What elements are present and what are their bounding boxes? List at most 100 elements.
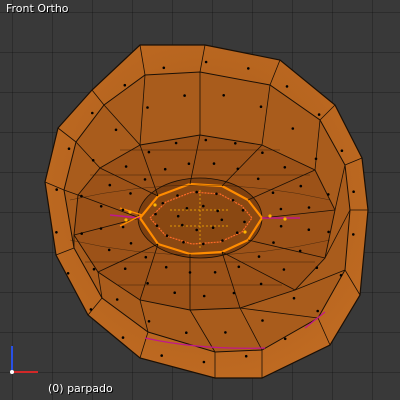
vertex-dot — [307, 228, 311, 231]
vertex-dot — [327, 193, 330, 196]
vertex-dot — [176, 214, 180, 218]
vertex-dot — [283, 166, 287, 169]
vertex-dot — [185, 207, 189, 210]
vertex-dot — [215, 192, 218, 196]
vertex-dot — [232, 291, 236, 295]
vertex-dot — [224, 331, 227, 334]
vertex-dot — [307, 206, 311, 209]
vertex-dot — [279, 207, 283, 211]
vertex-dot — [261, 151, 264, 154]
vertex-dot — [129, 242, 133, 245]
selected-vertex-dot — [153, 203, 157, 207]
vertex-dot — [352, 190, 355, 193]
selected-vertex-dot — [268, 214, 272, 218]
vertex-dot — [147, 150, 151, 154]
vertex-dot — [123, 267, 127, 271]
selected-vertex-dot — [283, 217, 287, 221]
vertex-dot — [212, 162, 216, 165]
3d-viewport[interactable]: Front Ortho (0) parpado — [0, 0, 400, 400]
vertex-dot — [108, 183, 112, 187]
vertex-dot — [282, 268, 286, 271]
vertex-dot — [161, 202, 165, 205]
vertex-dot — [340, 149, 344, 152]
vertex-dot — [202, 294, 206, 298]
vertex-dot — [285, 85, 289, 88]
vertex-dot — [99, 227, 103, 230]
vertex-dot — [124, 165, 128, 168]
vertex-dot — [129, 192, 132, 195]
vertex-dot — [121, 336, 125, 339]
vertex-dot — [187, 162, 191, 165]
vertex-dot — [259, 282, 263, 286]
vertex-dot — [211, 226, 215, 229]
vertex-dot — [235, 231, 239, 234]
vertex-dot — [298, 249, 302, 253]
vertex-dot — [162, 66, 166, 70]
vertex-dot — [182, 240, 185, 244]
vertex-dot — [204, 60, 208, 64]
vertex-dot — [160, 354, 163, 357]
vertex-dot — [259, 105, 263, 108]
vertex-dot — [115, 298, 119, 301]
axis-gizmo-icon — [10, 346, 38, 374]
vertex-dot — [244, 354, 248, 358]
vertex-dot — [155, 224, 159, 227]
vertex-dot — [234, 142, 237, 145]
vertex-dot — [92, 267, 96, 271]
vertex-dot — [195, 190, 198, 194]
vertex-dot — [299, 184, 303, 188]
vertex-dot — [247, 67, 250, 70]
vertex-dot — [221, 239, 224, 242]
vertex-dot — [55, 188, 58, 191]
vertex-dot — [315, 266, 319, 270]
vertex-dot — [121, 225, 125, 229]
vertex-dot — [91, 159, 95, 162]
vertex-dot — [185, 331, 188, 335]
vertex-dot — [195, 228, 198, 232]
vertex-dot — [123, 83, 127, 87]
vertex-dot — [188, 271, 192, 274]
vertex-dot — [173, 291, 176, 295]
vertex-dot — [176, 194, 179, 197]
vertex-dot — [146, 106, 149, 109]
vertex-dot — [283, 337, 287, 341]
vertex-dot — [241, 209, 245, 212]
vertex-dot — [291, 127, 295, 130]
vertex-dot — [89, 308, 93, 311]
selected-vertex-dot — [243, 230, 247, 234]
vertex-dot — [202, 242, 205, 246]
vertex-dot — [339, 274, 343, 277]
vertex-dot — [146, 282, 149, 285]
vertex-dot — [216, 209, 219, 213]
mesh-object[interactable] — [0, 0, 400, 400]
vertex-dot — [292, 296, 296, 300]
vertex-dot — [147, 320, 151, 323]
vertex-dot — [67, 147, 71, 150]
vertex-dot — [271, 191, 275, 194]
vertex-dot — [202, 360, 206, 364]
vertex-dot — [202, 204, 205, 208]
vertex-dot — [237, 265, 241, 269]
vertex-dot — [164, 265, 168, 269]
vertex-dot — [80, 194, 83, 198]
vertex-dot — [256, 177, 260, 181]
vertex-dot — [243, 220, 246, 224]
vertex-dot — [165, 234, 169, 237]
vertex-dot — [279, 224, 283, 228]
vertex-dot — [91, 111, 94, 115]
vertex-dot — [204, 138, 208, 142]
vertex-dot — [231, 199, 235, 202]
vertex-dot — [272, 241, 275, 244]
vertex-dot — [317, 113, 321, 116]
vertex-dot — [316, 309, 320, 313]
vertex-dot — [99, 205, 103, 208]
vertex-dot — [352, 233, 355, 236]
vertex-dot — [163, 167, 167, 171]
vertex-dot — [327, 230, 330, 234]
vertex-dot — [174, 141, 178, 145]
vertex-dot — [55, 231, 58, 234]
vertex-dot — [314, 157, 318, 161]
vertex-dot — [261, 319, 264, 322]
vertex-dot — [121, 208, 125, 212]
vertex-dot — [66, 272, 70, 275]
